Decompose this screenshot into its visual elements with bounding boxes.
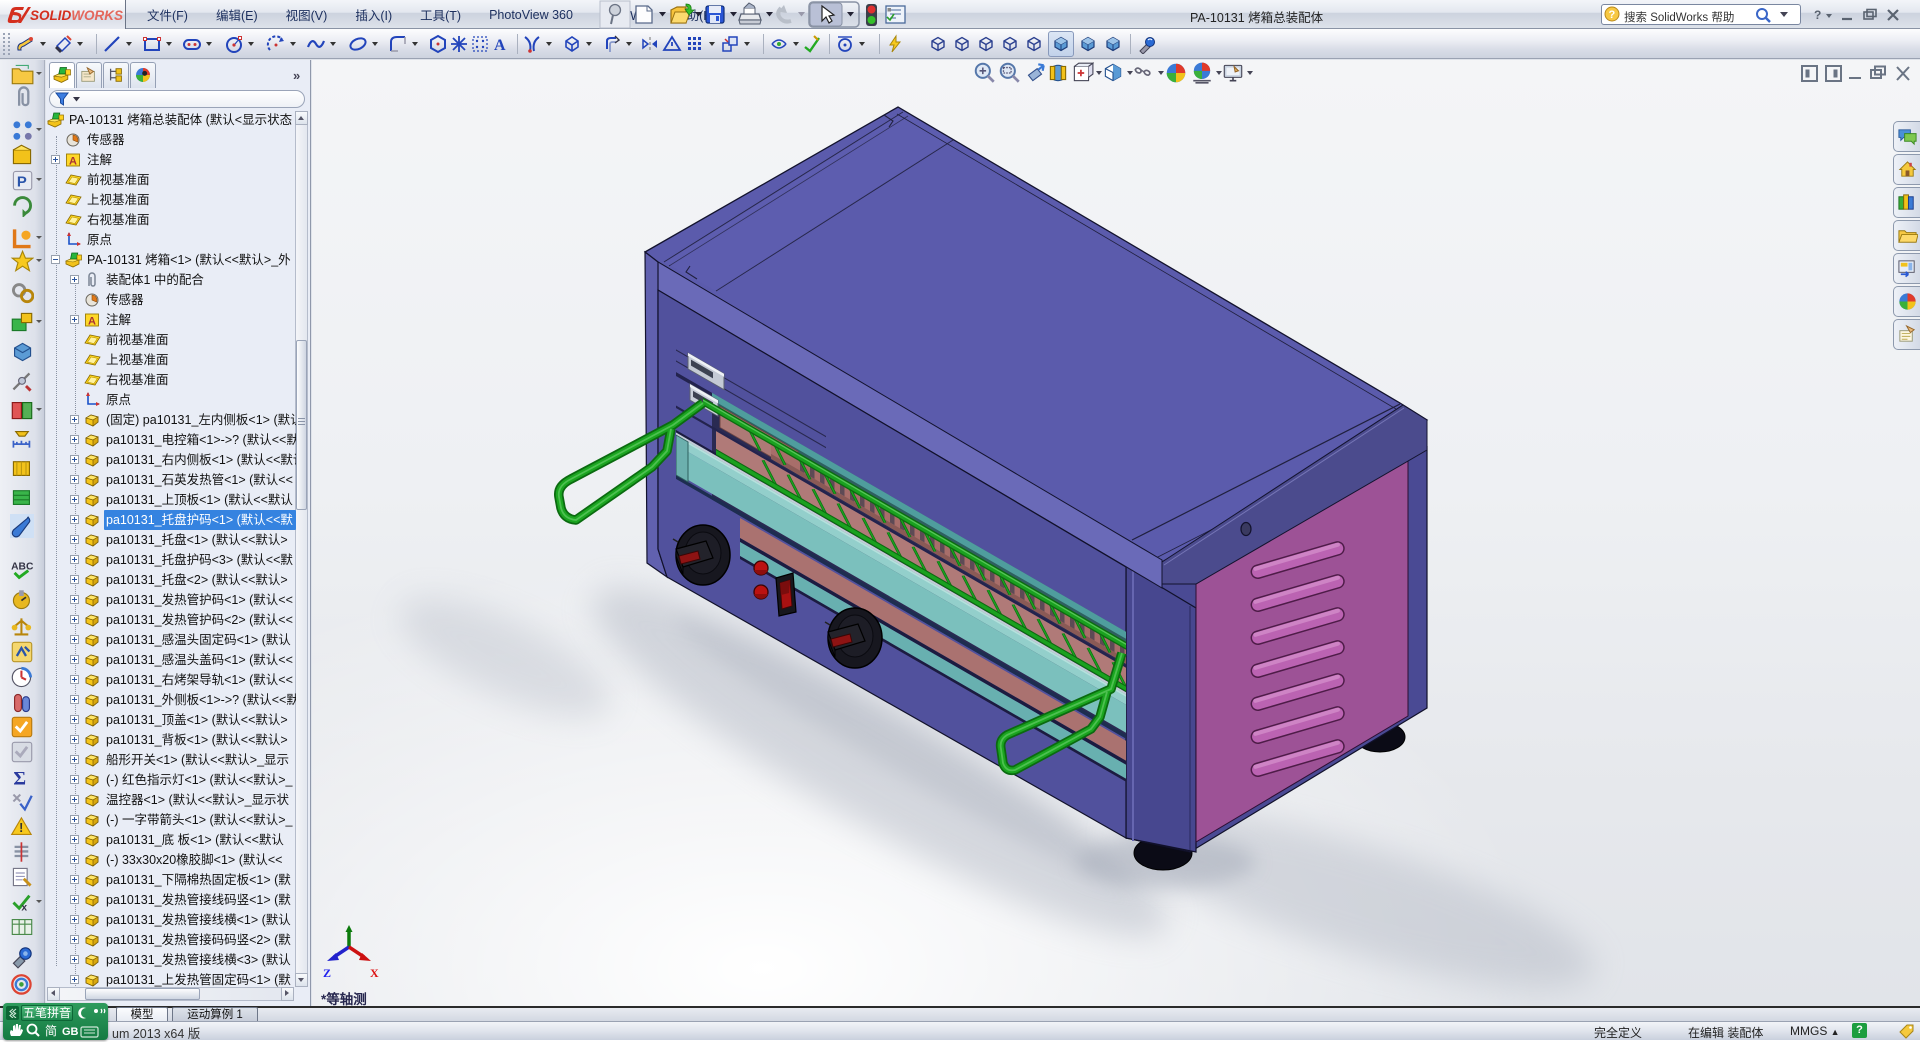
svg-text:!: !	[19, 821, 23, 835]
svg-text:GB: GB	[62, 1026, 79, 1038]
svg-text:ABC: ABC	[11, 561, 34, 572]
svg-text:A: A	[494, 37, 506, 54]
svg-text:P: P	[17, 174, 27, 190]
svg-text:Σ: Σ	[13, 768, 26, 789]
svg-text:?: ?	[1814, 8, 1821, 22]
svg-text:简: 简	[45, 1024, 57, 1038]
svg-text:SOLIDWORKS: SOLIDWORKS	[30, 8, 123, 23]
svg-text:x: x	[21, 903, 27, 914]
svg-text:Z: Z	[323, 966, 331, 980]
svg-text:?: ?	[1609, 9, 1616, 21]
svg-text:X: X	[370, 966, 379, 980]
